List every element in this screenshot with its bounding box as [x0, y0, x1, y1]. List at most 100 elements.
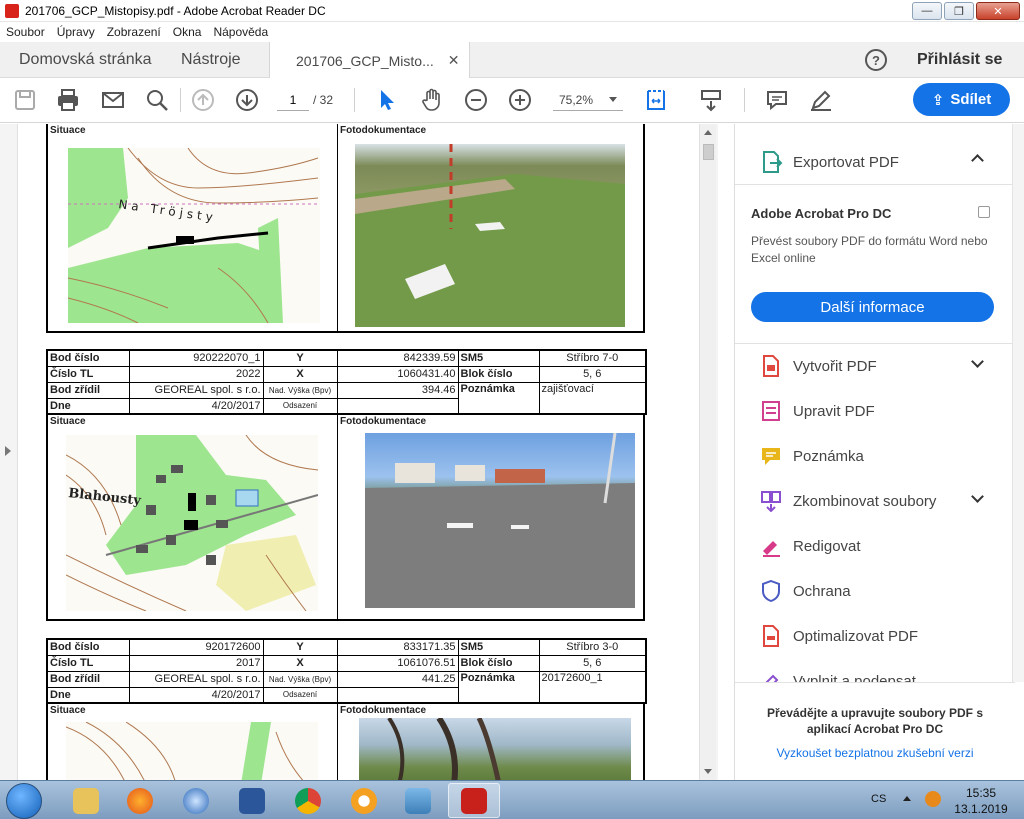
foto-cell: Fotodokumentace — [338, 124, 643, 331]
scroll-mode-icon[interactable] — [698, 87, 724, 113]
close-tab-icon[interactable]: ✕ — [448, 52, 460, 69]
bod-cislo-value: 920172600 — [128, 638, 264, 656]
show-hidden-icons-icon[interactable] — [903, 796, 911, 801]
search-icon[interactable] — [144, 87, 170, 113]
highlight-pen-icon[interactable] — [808, 87, 834, 113]
poznamka-label: Poznámka — [457, 381, 540, 415]
menu-item-window[interactable]: Okna — [173, 25, 202, 39]
y-label: Y — [262, 638, 338, 656]
map-label: Blahousty — [68, 486, 142, 509]
chevron-down-icon — [609, 97, 617, 102]
tool-label: Upravit PDF — [793, 403, 875, 420]
create-pdf-icon — [763, 355, 779, 377]
tab-document-label: 201706_GCP_Misto... — [296, 52, 434, 69]
tool-fill-sign[interactable]: Vyplnit a podepsat — [735, 659, 1015, 682]
tool-create-pdf[interactable]: Vytvořit PDF — [735, 344, 1015, 389]
folder-icon — [73, 787, 99, 814]
bod-zridil-label: Bod zřídil — [46, 670, 130, 688]
taskbar-file-explorer[interactable] — [60, 783, 112, 818]
chevron-up-icon[interactable] — [971, 154, 984, 167]
tab-document[interactable]: 201706_GCP_Misto... ✕ — [269, 42, 471, 79]
sign-in-link[interactable]: Přihlásit se — [917, 51, 1002, 69]
tab-tools[interactable]: Nástroje — [181, 42, 241, 78]
sm5-label: SM5 — [457, 349, 540, 367]
hand-tool-icon[interactable] — [419, 87, 445, 113]
zoom-value: 75,2% — [559, 92, 594, 107]
clock-time: 15:35 — [965, 786, 997, 800]
chevron-down-icon[interactable] — [971, 355, 984, 368]
help-icon[interactable]: ? — [865, 49, 887, 71]
email-icon[interactable] — [100, 87, 126, 113]
save-icon[interactable] — [12, 87, 38, 113]
tool-label: Poznámka — [793, 448, 864, 465]
page-number-input[interactable] — [277, 89, 309, 111]
chevron-down-icon[interactable] — [971, 490, 984, 503]
menu-item-edit[interactable]: Úpravy — [57, 25, 95, 39]
taskbar-thunderbird[interactable] — [170, 783, 222, 818]
left-panel-toggle[interactable] — [0, 124, 18, 780]
image-viewer-icon — [405, 787, 431, 814]
tools-pane-scrollbar[interactable] — [1012, 124, 1024, 682]
dne-value: 4/20/2017 — [128, 686, 264, 704]
firefox-icon — [127, 787, 153, 814]
zoom-in-icon[interactable] — [507, 87, 533, 113]
acrobat-icon — [461, 787, 487, 814]
scroll-thumb[interactable] — [703, 144, 714, 160]
tool-redact[interactable]: Redigovat — [735, 524, 1015, 569]
zoom-dropdown[interactable]: 75,2% — [553, 89, 623, 111]
next-page-icon[interactable] — [234, 87, 260, 113]
copy-icon[interactable] — [978, 206, 990, 218]
minimize-button[interactable]: — — [912, 2, 942, 20]
taskbar-firefox[interactable] — [114, 783, 166, 818]
export-pdf-label: Exportovat PDF — [793, 154, 899, 171]
y-value: 833171.35 — [336, 638, 459, 656]
bod-cislo-label: Bod číslo — [46, 638, 130, 656]
free-trial-link[interactable]: Vyzkoušet bezplatnou zkušební verzi — [755, 746, 995, 760]
fit-page-icon[interactable] — [643, 87, 669, 113]
menu-item-help[interactable]: Nápověda — [213, 25, 268, 39]
tool-combine-files[interactable]: Zkombinovat soubory — [735, 479, 1015, 524]
taskbar-image-viewer[interactable] — [392, 783, 444, 818]
odsazeni-value — [336, 397, 459, 415]
scroll-down-icon[interactable] — [704, 769, 712, 774]
export-pdf-header[interactable]: Exportovat PDF — [735, 124, 1015, 184]
right-panel-toggle[interactable] — [716, 124, 718, 780]
print-icon[interactable] — [55, 87, 81, 113]
tool-comment[interactable]: Poznámka — [735, 434, 1015, 479]
poznamka-label: Poznámka — [457, 670, 540, 704]
zoom-out-icon[interactable] — [463, 87, 489, 113]
cislo-tl-label: Číslo TL — [46, 365, 130, 383]
tool-protect[interactable]: Ochrana — [735, 569, 1015, 614]
field-photo — [355, 144, 625, 327]
tray-app-icon[interactable] — [925, 791, 941, 807]
menu-bar: Soubor Úpravy Zobrazení Okna Nápověda — [0, 22, 1024, 42]
taskbar-chrome[interactable] — [282, 783, 334, 818]
taskbar-acrobat[interactable] — [448, 783, 500, 818]
share-button[interactable]: ⇪ Sdílet — [913, 83, 1010, 116]
toolbar-divider — [354, 88, 355, 112]
topographic-map — [66, 722, 318, 780]
menu-item-file[interactable]: Soubor — [6, 25, 45, 39]
taskbar-vpn-app[interactable] — [338, 783, 390, 818]
previous-page-icon[interactable] — [190, 87, 216, 113]
comment-icon[interactable] — [764, 87, 790, 113]
menu-item-view[interactable]: Zobrazení — [107, 25, 161, 39]
start-button[interactable] — [6, 783, 42, 819]
toolbar-divider — [744, 88, 745, 112]
sm5-value: Stříbro 7-0 — [538, 349, 647, 367]
close-button[interactable]: ✕ — [976, 2, 1020, 20]
system-clock[interactable]: 15:35 13.1.2019 — [952, 785, 1010, 817]
scroll-up-icon[interactable] — [704, 130, 712, 135]
taskbar-word[interactable] — [226, 783, 278, 818]
more-info-button[interactable]: Další informace — [751, 292, 994, 322]
foto-caption: Fotodokumentace — [340, 416, 427, 427]
tool-optimize-pdf[interactable]: Optimalizovat PDF — [735, 614, 1015, 659]
keyboard-language[interactable]: CS — [871, 793, 886, 805]
tab-home[interactable]: Domovská stránka — [19, 42, 152, 78]
document-view[interactable]: Situace Na Tröjsty Fotodokumentace Bod č… — [0, 124, 718, 780]
select-cursor-icon[interactable] — [374, 87, 400, 113]
tool-edit-pdf[interactable]: Upravit PDF — [735, 389, 1015, 434]
x-value: 1061076.51 — [336, 654, 459, 672]
document-scrollbar[interactable] — [699, 124, 716, 780]
maximize-button[interactable]: ❐ — [944, 2, 974, 20]
